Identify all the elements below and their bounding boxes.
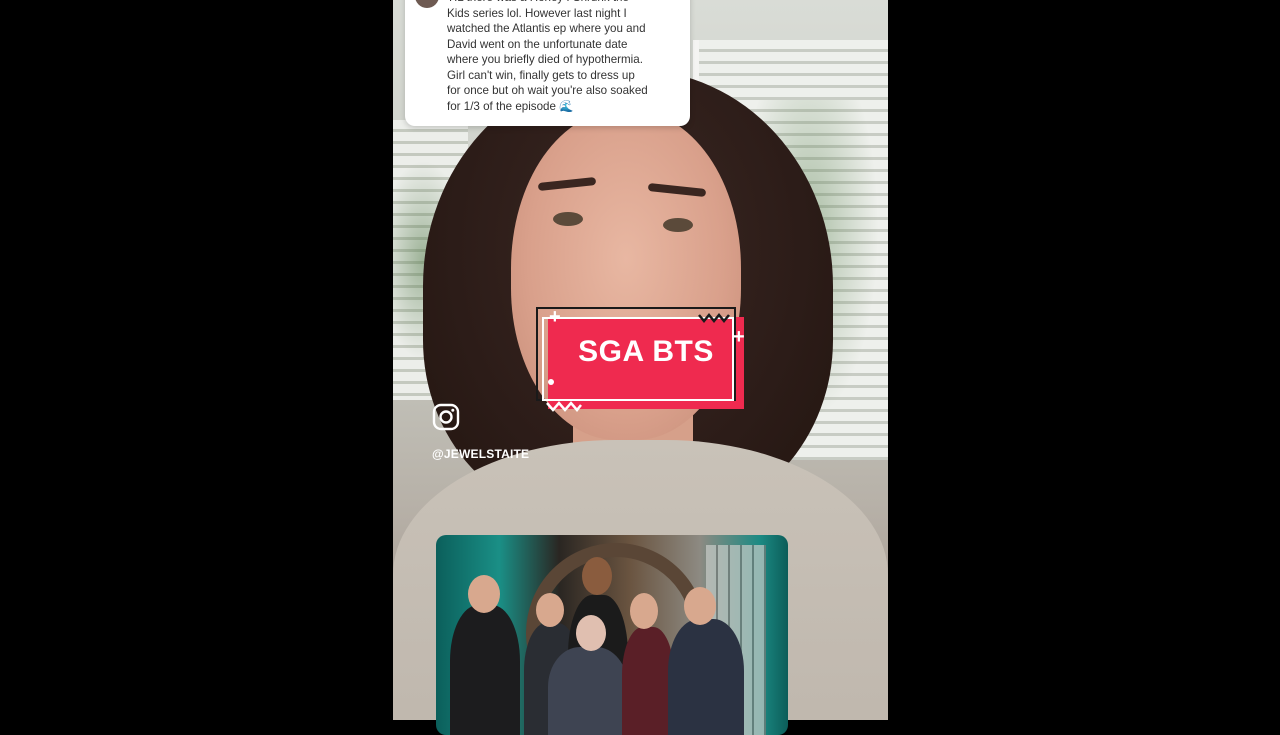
sticker-zigzag-icon (546, 401, 582, 412)
cast-member (668, 619, 744, 735)
cast-member (548, 647, 628, 735)
stargate-atlantis-cast-photo (436, 535, 788, 735)
comment-reply-bubble: TIL there was a Honey I Shrunk the Kids … (405, 0, 690, 126)
instagram-handle: @JEWELSTAITE (432, 447, 530, 461)
cast-member-head (468, 575, 500, 613)
commenter-avatar (415, 0, 439, 8)
instagram-icon (432, 403, 460, 431)
cast-member (450, 605, 520, 735)
cast-member (622, 627, 674, 735)
cast-member-head (582, 557, 612, 595)
sticker-plus-icon: + (733, 326, 745, 348)
cast-member-head (630, 593, 658, 629)
sga-bts-sticker: SGA BTS + + (534, 305, 750, 415)
sticker-zigzag-icon (698, 313, 730, 323)
sticker-plus-icon: + (549, 306, 561, 328)
cast-member-head (536, 593, 564, 627)
sticker-dot-icon (548, 379, 554, 385)
video-player[interactable]: TIL there was a Honey I Shrunk the Kids … (0, 0, 1280, 735)
cast-member-head (576, 615, 606, 651)
person-eye-left (553, 212, 583, 226)
cast-member-head (684, 587, 716, 625)
comment-text: TIL there was a Honey I Shrunk the Kids … (447, 0, 648, 113)
person-eye-right (663, 218, 693, 232)
sticker-label: SGA BTS (578, 335, 714, 368)
